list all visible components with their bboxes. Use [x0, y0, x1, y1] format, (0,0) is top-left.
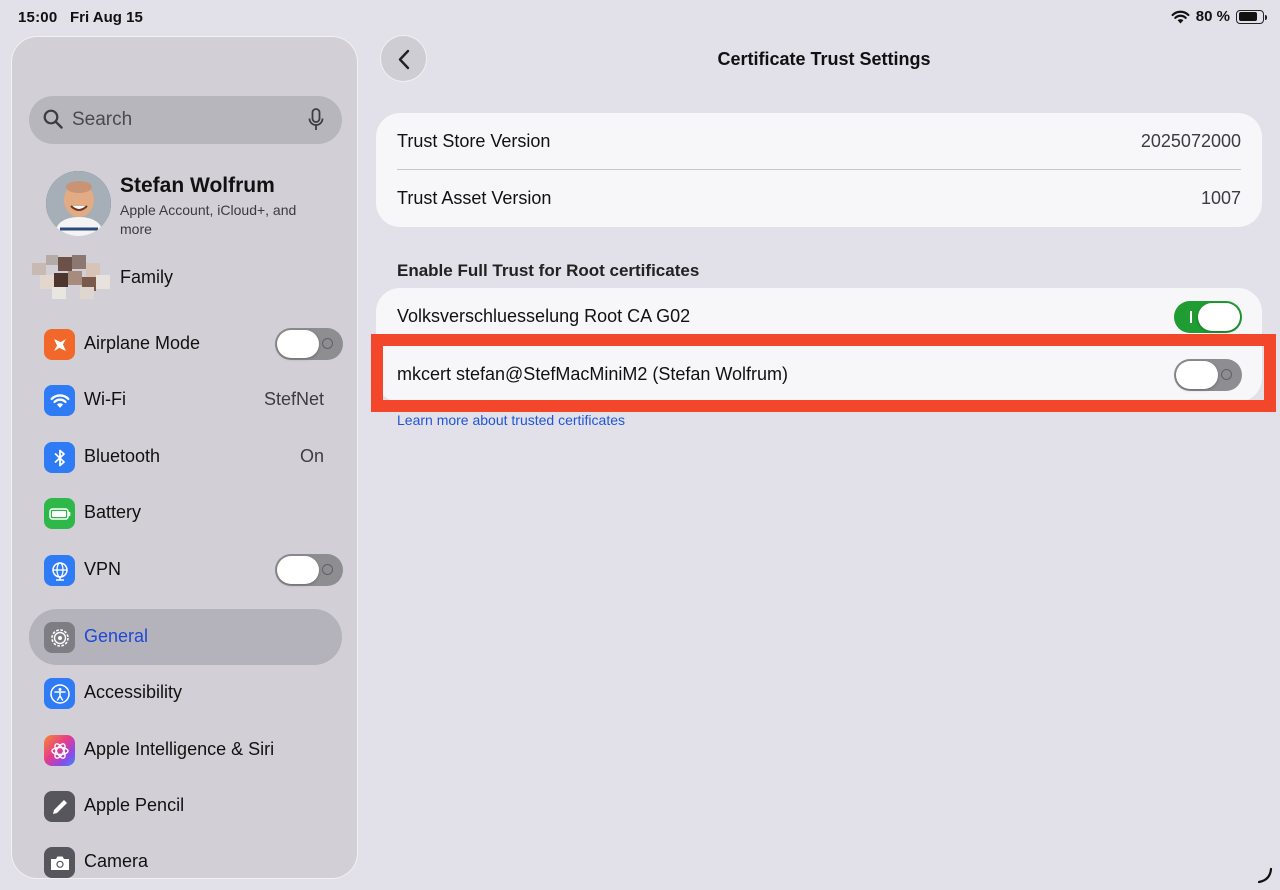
status-bar: 15:00 Fri Aug 15 80 %: [0, 0, 1280, 36]
battery-icon: [1236, 9, 1267, 24]
microphone-icon[interactable]: [308, 108, 324, 132]
vpn-toggle[interactable]: [275, 554, 343, 586]
family-avatars: [32, 255, 110, 299]
globe-icon: [44, 555, 75, 586]
pencil-icon: [44, 791, 75, 822]
sidebar-item-label: Airplane Mode: [84, 333, 201, 353]
back-button[interactable]: [380, 35, 427, 82]
toggle-off-indicator: [322, 338, 333, 349]
battery-icon: [44, 498, 75, 529]
sidebar-item-label: Battery: [84, 502, 142, 522]
page-title: Certificate Trust Settings: [717, 49, 931, 69]
toggle-knob: [277, 556, 319, 584]
certificate-name: Volksverschluesselung Root CA G02: [397, 306, 691, 326]
avatar-photo: [46, 171, 111, 236]
sidebar-item-wifi[interactable]: Wi-Fi StefNet: [29, 372, 342, 428]
sidebar-item-label: VPN: [84, 559, 122, 579]
chevron-left-icon: [398, 49, 410, 70]
profile-name: Stefan Wolfrum: [120, 174, 275, 197]
status-right: 80 %: [1171, 8, 1267, 25]
sidebar-item-vpn[interactable]: VPN: [29, 542, 343, 598]
trust-store-version-row: Trust Store Version 2025072000: [376, 113, 1262, 170]
wifi-icon: [1171, 10, 1190, 23]
search-icon: [43, 109, 63, 129]
sidebar-item-accessibility[interactable]: Accessibility: [29, 665, 342, 721]
bluetooth-status-value: On: [299, 446, 324, 466]
trust-asset-version-value: 1007: [1200, 188, 1241, 208]
sidebar-item-label: Bluetooth: [84, 446, 161, 466]
toggle-off-indicator: [322, 564, 333, 575]
battery-percent: 80 %: [1195, 8, 1230, 25]
account-profile[interactable]: Stefan Wolfrum Apple Account, iCloud+, a…: [46, 171, 346, 241]
trust-versions-card: Trust Store Version 2025072000 Trust Ass…: [376, 113, 1262, 227]
family-row[interactable]: Family: [32, 255, 332, 301]
bluetooth-icon: [44, 442, 75, 473]
trust-store-version-label: Trust Store Version: [397, 131, 551, 151]
sidebar-item-camera[interactable]: Camera: [29, 834, 342, 878]
avatar: [46, 171, 111, 236]
highlight-box: [371, 334, 1276, 412]
trust-asset-version-row: Trust Asset Version 1007: [376, 170, 1262, 227]
sidebar-item-apple-pencil[interactable]: Apple Pencil: [29, 778, 342, 834]
wifi-network-value: StefNet: [263, 389, 324, 409]
scroll-corner-indicator: [1257, 867, 1273, 884]
status-time: 15:00: [18, 9, 58, 26]
sidebar-item-label: Wi-Fi: [84, 389, 126, 409]
sidebar: Search Stefan Wolfrum Apple Account, iCl…: [11, 36, 358, 879]
sidebar-item-label: Apple Pencil: [84, 795, 185, 815]
sidebar-item-label: General: [84, 626, 149, 646]
section-header: Enable Full Trust for Root certificates: [397, 261, 700, 280]
sidebar-item-airplane-mode[interactable]: Airplane Mode: [29, 316, 343, 372]
battery-level-fill: [1238, 12, 1257, 21]
sidebar-item-label: Camera: [84, 851, 149, 871]
trust-store-version-value: 2025072000: [1140, 131, 1241, 151]
family-label: Family: [120, 267, 173, 287]
learn-more-link[interactable]: Learn more about trusted certificates: [397, 412, 625, 428]
toggle-on-indicator: [1190, 311, 1192, 323]
sidebar-item-bluetooth[interactable]: Bluetooth On: [29, 429, 342, 485]
toggle-knob: [277, 330, 319, 358]
profile-subtitle: Apple Account, iCloud+, and more: [120, 202, 297, 237]
siri-icon: [44, 735, 75, 766]
search-input[interactable]: Search: [72, 109, 132, 131]
sidebar-item-label: Accessibility: [84, 682, 183, 702]
certificate-trust-toggle-on[interactable]: [1174, 301, 1242, 333]
sidebar-item-general[interactable]: General: [29, 609, 342, 665]
toggle-knob: [1198, 303, 1240, 331]
gear-icon: [44, 622, 75, 653]
sidebar-item-battery[interactable]: Battery: [29, 485, 342, 541]
camera-icon: [44, 847, 75, 878]
airplane-icon: [44, 329, 75, 360]
status-date: Fri Aug 15: [70, 9, 143, 26]
accessibility-icon: [44, 678, 75, 709]
search-field[interactable]: Search: [29, 96, 342, 144]
sidebar-item-apple-intelligence-siri[interactable]: Apple Intelligence & Siri: [29, 722, 342, 778]
sidebar-item-label: Apple Intelligence & Siri: [84, 739, 275, 759]
airplane-mode-toggle[interactable]: [275, 328, 343, 360]
trust-asset-version-label: Trust Asset Version: [397, 188, 552, 208]
wifi-icon: [44, 385, 75, 416]
